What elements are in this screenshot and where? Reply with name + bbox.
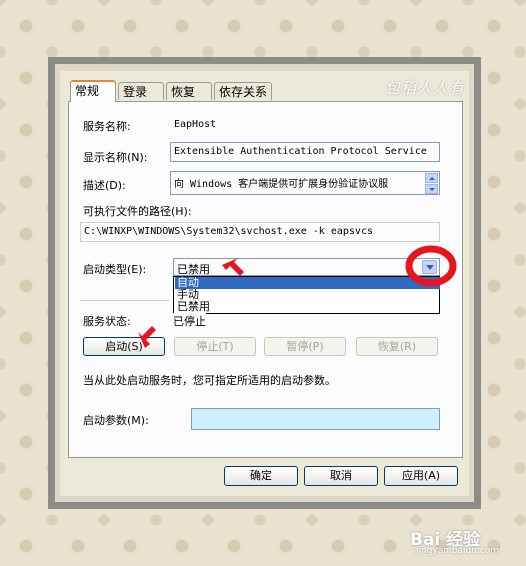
exe-path-field: C:\WINXP\WINDOWS\System32\svchost.exe -k… <box>80 222 440 242</box>
service-name-value: EapHost <box>174 119 217 130</box>
exe-path-label: 可执行文件的路径(H): <box>83 205 192 218</box>
pause-button[interactable]: 暂停(P) <box>264 337 346 356</box>
resume-button[interactable]: 恢复(R) <box>356 337 438 356</box>
display-name-field[interactable]: Extensible Authentication Protocol Servi… <box>170 142 440 162</box>
dropdown-button[interactable] <box>422 260 437 274</box>
dropdown-option-disabled[interactable]: 已禁用 <box>175 301 440 313</box>
separator <box>80 300 170 301</box>
watermark-top: 包稻人人有 <box>385 79 466 97</box>
watermark-url: jingyan.baidu.com <box>416 546 500 556</box>
tab-general[interactable]: 常规 <box>70 80 116 102</box>
dropdown-option-auto[interactable]: 自动 <box>175 277 440 289</box>
tab-dependencies[interactable]: 依存关系 <box>214 82 272 100</box>
exe-path-value: C:\WINXP\WINDOWS\System32\svchost.exe -k… <box>84 226 373 237</box>
dropdown-option-manual[interactable]: 手动 <box>175 289 440 301</box>
service-name-label: 服务名称: <box>83 120 131 133</box>
start-button[interactable]: 启动(S) <box>83 337 165 356</box>
service-status-value: 已停止 <box>173 313 206 329</box>
scroll-up-button[interactable] <box>425 173 438 183</box>
scroll-down-icon <box>429 188 435 191</box>
start-params-input[interactable] <box>191 408 440 430</box>
startup-type-selected: 已禁用 <box>177 263 210 276</box>
description-value: 向 Windows 客户端提供可扩展身份验证协议服 <box>174 179 389 190</box>
apply-button[interactable]: 应用(A) <box>384 466 458 486</box>
tab-logon[interactable]: 登录 <box>118 82 164 100</box>
hint-text: 当从此处启动服务时，您可指定所适用的启动参数。 <box>83 374 336 387</box>
startup-type-select[interactable]: 已禁用 <box>173 258 440 276</box>
startup-type-label: 启动类型(E): <box>83 263 147 276</box>
scroll-up-icon <box>429 177 435 180</box>
chevron-down-icon <box>426 265 434 270</box>
display-name-value: Extensible Authentication Protocol Servi… <box>174 146 427 157</box>
service-status-label: 服务状态: <box>83 315 131 328</box>
description-field[interactable]: 向 Windows 客户端提供可扩展身份验证协议服 <box>170 171 440 195</box>
description-label: 描述(D): <box>83 179 126 192</box>
ok-button[interactable]: 确定 <box>224 466 298 486</box>
tab-recovery[interactable]: 恢复 <box>166 82 212 100</box>
start-params-label: 启动参数(M): <box>83 414 149 427</box>
cancel-button[interactable]: 取消 <box>304 466 378 486</box>
display-name-label: 显示名称(N): <box>83 151 148 164</box>
scroll-down-button[interactable] <box>425 184 438 194</box>
stop-button[interactable]: 停止(T) <box>174 337 256 356</box>
